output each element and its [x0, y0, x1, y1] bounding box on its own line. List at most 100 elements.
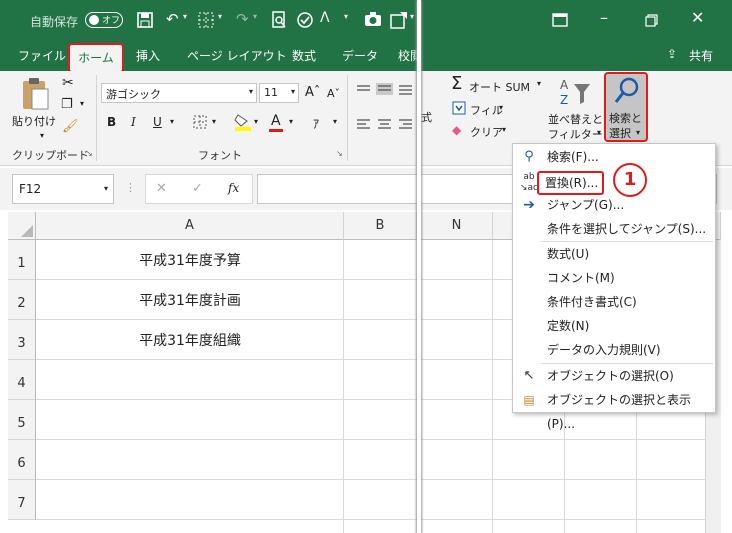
column-header-n[interactable]: N — [421, 212, 493, 240]
menu-item-constants[interactable]: 定数(N) — [513, 314, 715, 338]
column-header-b[interactable]: B — [344, 212, 417, 240]
find-select-button[interactable]: 検索と 選択 ▾ — [604, 72, 648, 142]
redo-icon[interactable]: ↷ — [236, 10, 249, 28]
row-header-7[interactable]: 7 — [8, 480, 36, 520]
insert-function-button[interactable]: fx — [228, 181, 239, 195]
autosum-dropdown-icon[interactable]: ▾ — [537, 79, 541, 88]
tab-page-layout[interactable]: ページ レイアウト — [187, 47, 287, 64]
menu-item-data-validation[interactable]: データの入力規則(V) — [513, 338, 715, 362]
shapes-icon[interactable] — [390, 11, 408, 29]
font-name-dropdown-icon[interactable]: ▾ — [249, 87, 253, 96]
gridline — [36, 439, 721, 440]
tab-home[interactable]: ホーム — [68, 43, 124, 73]
row-header-5[interactable]: 5 — [8, 400, 36, 440]
tab-file[interactable]: ファイル — [18, 47, 66, 64]
underline-dropdown-icon[interactable]: ▾ — [170, 117, 174, 126]
clear-icon[interactable]: ◆ — [452, 123, 461, 137]
sort-dropdown-icon[interactable]: ▾ — [344, 12, 348, 21]
cut-icon[interactable]: ✂ — [62, 75, 74, 91]
share-icon[interactable]: ⇪ — [667, 47, 677, 61]
cell-styles-partial[interactable]: 式 — [421, 109, 432, 125]
sort-icon[interactable]: ᐱ — [320, 10, 330, 26]
share-button[interactable]: 共有 — [689, 47, 713, 64]
ribbon-tabs: ファイル ホーム 挿入 ページ レイアウト 数式 データ 校閲 ⇪ 共有 — [0, 41, 732, 73]
save-icon[interactable] — [137, 12, 153, 28]
phonetic-dropdown-icon[interactable]: ▾ — [333, 117, 337, 126]
sort-filter-icon[interactable]: AZ — [558, 76, 592, 108]
name-box[interactable]: F12 ▾ — [12, 174, 114, 204]
fill-dropdown-icon[interactable]: ▾ — [499, 103, 503, 112]
paste-icon[interactable] — [20, 77, 50, 111]
font-name-box[interactable]: 游ゴシック ▾ — [101, 83, 257, 103]
decrease-font-icon[interactable]: Aˇ — [327, 87, 340, 100]
cancel-icon[interactable]: ✕ — [156, 181, 167, 196]
border-icon[interactable] — [198, 12, 214, 28]
menu-item-goto[interactable]: ➔ ジャンプ(G)... — [513, 193, 715, 217]
sort-filter-label-1[interactable]: 並べ替えと — [548, 111, 603, 127]
tab-data[interactable]: データ — [342, 47, 378, 64]
autosum-button[interactable]: オート SUM — [469, 79, 530, 95]
menu-item-comments[interactable]: コメント(M) — [513, 266, 715, 290]
enter-icon[interactable]: ✓ — [192, 181, 203, 196]
font-size-dropdown-icon[interactable]: ▾ — [291, 87, 295, 96]
cell-a1[interactable]: 平成31年度予算 — [36, 250, 344, 270]
copy-dropdown-icon[interactable]: ▾ — [80, 99, 84, 108]
autosum-icon[interactable]: Σ — [451, 73, 462, 94]
tab-insert[interactable]: 挿入 — [136, 47, 160, 64]
font-size-box[interactable]: 11 ▾ — [259, 83, 299, 103]
menu-item-find[interactable]: ⚲ 検索(F)... — [513, 145, 715, 169]
row-header-3[interactable]: 3 — [8, 320, 36, 360]
clipboard-launcher-icon[interactable]: ↘ — [86, 149, 93, 158]
clear-dropdown-icon[interactable]: ▾ — [502, 125, 506, 134]
clear-button[interactable]: クリア — [470, 124, 503, 140]
cell-a2[interactable]: 平成31年度計画 — [36, 290, 344, 310]
select-all-corner[interactable] — [8, 212, 36, 240]
paste-dropdown-icon[interactable]: ▾ — [40, 131, 44, 140]
underline-button[interactable]: U — [153, 115, 162, 129]
print-preview-icon[interactable] — [271, 11, 287, 29]
name-box-dropdown-icon[interactable]: ▾ — [104, 184, 108, 193]
copy-icon[interactable]: ❐ — [61, 97, 73, 112]
phonetic-icon[interactable]: ｱ — [313, 115, 319, 132]
undo-dropdown-icon[interactable]: ▾ — [183, 12, 187, 21]
minimize-icon[interactable]: – — [600, 8, 608, 27]
bold-button[interactable]: B — [107, 115, 116, 129]
column-header-a[interactable]: A — [36, 212, 344, 240]
tab-formulas[interactable]: 数式 — [292, 47, 316, 64]
restore-icon[interactable] — [645, 14, 658, 27]
border-dropdown-icon[interactable]: ▾ — [218, 12, 222, 21]
menu-item-formulas[interactable]: 数式(U) — [513, 242, 715, 266]
cell-a3[interactable]: 平成31年度組織 — [36, 330, 344, 350]
font-launcher-icon[interactable]: ↘ — [336, 149, 343, 158]
undo-icon[interactable]: ↶ — [166, 10, 179, 28]
ribbon-display-icon[interactable] — [552, 13, 568, 27]
menu-item-selection-pane[interactable]: ▤ オブジェクトの選択と表示(P)... — [513, 388, 715, 431]
paste-button[interactable]: 貼り付け — [12, 113, 56, 129]
format-painter-icon[interactable]: 🖌 — [62, 119, 79, 134]
row-header-4[interactable]: 4 — [8, 360, 36, 400]
font-color-dropdown-icon[interactable]: ▾ — [289, 117, 293, 126]
spelling-icon[interactable] — [296, 11, 314, 29]
row-header-1[interactable]: 1 — [8, 240, 36, 280]
borders-icon[interactable] — [193, 115, 207, 129]
autosave-toggle[interactable]: オフ — [85, 12, 123, 28]
italic-button[interactable]: I — [131, 115, 136, 129]
fill-color-dropdown-icon[interactable]: ▾ — [254, 117, 258, 126]
borders-dropdown-icon[interactable]: ▾ — [212, 117, 216, 126]
camera-icon[interactable] — [364, 12, 382, 27]
row-header-2[interactable]: 2 — [8, 280, 36, 320]
redo-dropdown-icon[interactable]: ▾ — [253, 12, 257, 21]
menu-item-goto-special[interactable]: 条件を選択してジャンプ(S)... — [513, 217, 715, 241]
fill-button[interactable]: フィル — [470, 102, 503, 118]
increase-font-icon[interactable]: Aˆ — [305, 85, 320, 100]
menu-item-conditional-formatting[interactable]: 条件付き書式(C) — [513, 290, 715, 314]
row-header-6[interactable]: 6 — [8, 440, 36, 480]
sort-filter-label-2[interactable]: フィルター — [548, 126, 603, 142]
close-icon[interactable]: ✕ — [691, 8, 704, 27]
fill-icon[interactable] — [452, 101, 466, 115]
qat-more-icon[interactable]: ▾ — [410, 12, 414, 21]
menu-item-select-objects[interactable]: ↖ オブジェクトの選択(O) — [513, 364, 715, 388]
fill-color-icon[interactable] — [234, 113, 252, 131]
font-color-icon[interactable]: A — [271, 113, 281, 129]
sort-filter-dropdown-icon[interactable]: ▾ — [597, 128, 601, 137]
